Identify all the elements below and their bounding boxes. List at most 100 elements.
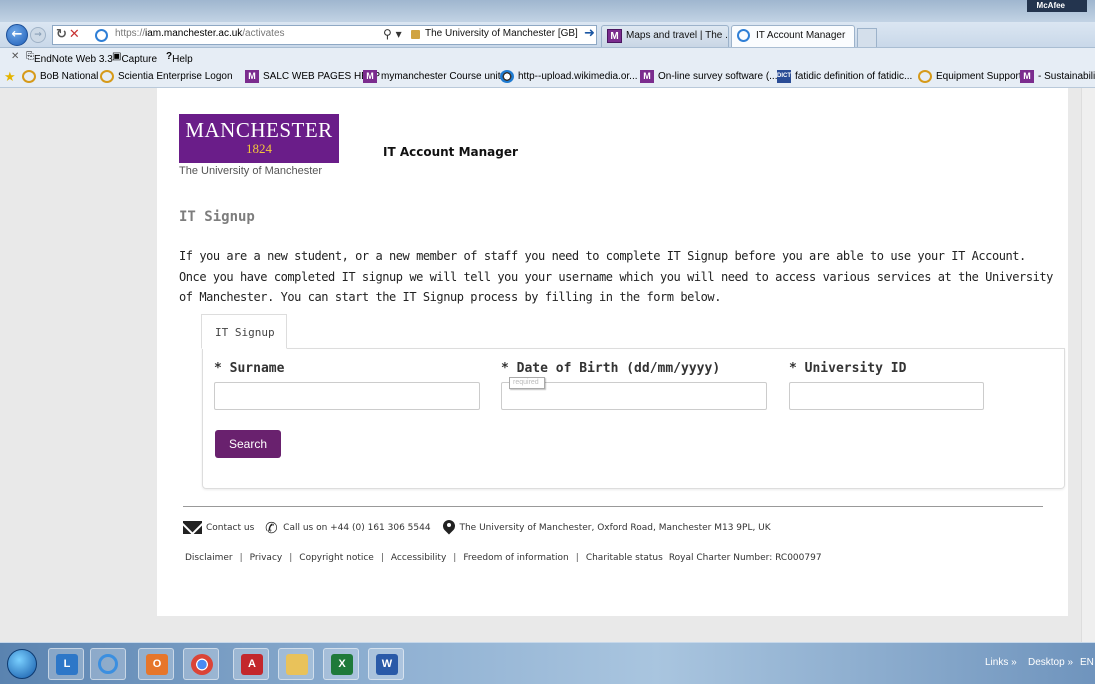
foi-link[interactable]: Freedom of information xyxy=(463,553,568,563)
desktop-toolbar[interactable]: Desktop » xyxy=(1028,657,1073,668)
url-text[interactable]: https://iam.manchester.ac.uk/activates xyxy=(115,28,285,39)
ie-icon xyxy=(98,654,118,674)
stop-icon[interactable]: ✕ xyxy=(69,27,82,42)
university-id-label: * University ID xyxy=(789,361,907,376)
footer-links: Disclaimer | Privacy | Copyright notice | Acce… xyxy=(185,553,822,563)
phone-icon: ✆ xyxy=(265,518,278,537)
dob-label: * Date of Birth (dd/mm/yyyy) xyxy=(501,361,721,376)
language-indicator[interactable]: EN xyxy=(1080,657,1094,668)
close-toolbar-icon[interactable]: ✕ xyxy=(11,51,19,62)
wikimedia-icon xyxy=(500,70,514,83)
required-tooltip: required xyxy=(509,377,545,389)
university-logo[interactable]: MANCHESTER 1824 xyxy=(179,114,339,163)
go-arrow-icon[interactable]: ➜ xyxy=(584,26,595,41)
contact-us-link[interactable]: Contact us xyxy=(206,523,254,533)
ie-icon xyxy=(918,70,932,83)
page-viewport: MANCHESTER 1824 The University of Manche… xyxy=(0,88,1081,642)
excel-icon: X xyxy=(331,654,353,675)
fav-equipment-support[interactable]: Equipment Support xyxy=(918,70,1022,83)
fav-salc-web-pages[interactable]: M SALC WEB PAGES HELP xyxy=(245,70,380,83)
fav-online-survey[interactable]: M On-line survey software (... xyxy=(640,70,777,83)
favorites-bar: ★ BoB National Scientia Enterprise Logon… xyxy=(0,66,1095,88)
tab-maps-and-travel[interactable]: M Maps and travel | The ... xyxy=(601,25,729,47)
copyright-link[interactable]: Copyright notice xyxy=(299,553,374,563)
mail-icon xyxy=(183,521,202,534)
start-button[interactable] xyxy=(7,649,37,679)
fav-sustainability[interactable]: M- Sustainability xyxy=(1020,70,1095,83)
links-toolbar[interactable]: Links » xyxy=(985,657,1017,668)
m-icon: M xyxy=(363,70,377,83)
m-icon: M xyxy=(640,70,654,83)
link-separator: | xyxy=(575,553,579,563)
surname-label: * Surname xyxy=(214,361,285,376)
command-bar: ✕ ⎘ EndNote Web 3.3 ▣ Capture ? Help xyxy=(0,48,1095,66)
taskbar-acrobat[interactable]: A xyxy=(233,648,269,680)
lock-icon[interactable] xyxy=(411,30,420,39)
endnote-button[interactable]: ⎘ EndNote Web 3.3 xyxy=(26,51,113,65)
taskbar-lync[interactable]: L xyxy=(48,648,84,680)
close-tab-icon[interactable]: × xyxy=(853,30,854,41)
m-icon: M xyxy=(245,70,259,83)
vertical-scrollbar[interactable] xyxy=(1081,88,1095,642)
fav-wikimedia[interactable]: http--upload.wikimedia.or... xyxy=(500,70,638,83)
outlook-icon: O xyxy=(146,654,168,675)
ie-icon xyxy=(737,29,750,42)
windows-taskbar: L O A X W Links » Desktop » EN xyxy=(0,642,1095,684)
lync-icon: L xyxy=(56,654,78,675)
royal-charter-number: Royal Charter Number: RC000797 xyxy=(668,553,822,563)
search-button[interactable]: Search xyxy=(215,430,281,458)
call-us-text: Call us on +44 (0) 161 306 5544 xyxy=(283,523,431,533)
link-separator: | xyxy=(453,553,457,563)
taskbar-chrome[interactable] xyxy=(183,648,219,680)
refresh-stop-icons[interactable]: ↻✕ xyxy=(56,27,82,42)
help-button[interactable]: ? Help xyxy=(166,51,193,65)
logo-subtitle: The University of Manchester xyxy=(179,165,323,177)
capture-button[interactable]: ▣ Capture xyxy=(112,51,157,65)
taskbar-file-explorer[interactable] xyxy=(278,648,314,680)
m-icon: M xyxy=(1020,70,1034,83)
taskbar-word[interactable]: W xyxy=(368,648,404,680)
ie-icon xyxy=(22,70,36,83)
tab-it-signup[interactable]: IT Signup xyxy=(201,314,287,349)
taskbar-internet-explorer[interactable] xyxy=(90,648,126,680)
accessibility-link[interactable]: Accessibility xyxy=(391,553,446,563)
site-identity[interactable]: The University of Manchester [GB] xyxy=(425,28,578,39)
address-text: The University of Manchester, Oxford Roa… xyxy=(459,523,771,533)
ie-icon xyxy=(100,70,114,83)
map-pin-icon xyxy=(443,520,455,535)
fav-scientia[interactable]: Scientia Enterprise Logon xyxy=(100,70,233,83)
search-icon[interactable]: ⚲ ▾ xyxy=(383,27,402,41)
footer-contact: Contact us ✆ Call us on +44 (0) 161 306 5… xyxy=(183,520,771,536)
link-separator: | xyxy=(239,553,243,563)
fav-mymanchester[interactable]: Mmymanchester Course unit... xyxy=(363,70,509,83)
fav-bob-national[interactable]: BoB National xyxy=(22,70,98,83)
page-title: IT Signup xyxy=(179,209,255,225)
acrobat-icon: A xyxy=(241,654,263,675)
chrome-icon xyxy=(191,654,213,675)
taskbar-excel[interactable]: X xyxy=(323,648,359,680)
window-title-bar: McAfee xyxy=(0,0,1095,22)
dictionary-icon: DICT xyxy=(777,70,791,83)
taskbar-outlook[interactable]: O xyxy=(138,648,174,680)
tab-it-account-manager[interactable]: IT Account Manager× xyxy=(731,25,855,47)
page-container: MANCHESTER 1824 The University of Manche… xyxy=(157,88,1068,616)
disclaimer-link[interactable]: Disclaimer xyxy=(185,553,233,563)
charitable-status-link[interactable]: Charitable status xyxy=(586,553,663,563)
link-separator: | xyxy=(380,553,384,563)
ie-icon xyxy=(95,29,108,42)
favorites-star-icon[interactable]: ★ xyxy=(4,69,16,85)
signup-form-panel: * Surname * Date of Birth (dd/mm/yyyy) *… xyxy=(202,348,1065,489)
privacy-link[interactable]: Privacy xyxy=(250,553,283,563)
surname-input[interactable] xyxy=(214,382,480,410)
back-icon[interactable]: ← xyxy=(6,24,28,46)
app-title: IT Account Manager xyxy=(383,145,518,159)
intro-text: If you are a new student, or a new membe… xyxy=(179,249,1053,304)
m-icon: M xyxy=(607,29,622,43)
mcafee-badge[interactable]: McAfee xyxy=(1026,0,1087,12)
forward-icon[interactable]: → xyxy=(30,27,46,43)
new-tab-button[interactable] xyxy=(857,28,877,47)
university-id-input[interactable] xyxy=(789,382,984,410)
address-bar[interactable]: ↻✕ https://iam.manchester.ac.uk/activate… xyxy=(52,25,597,45)
footer-divider xyxy=(183,506,1043,507)
fav-fatidic[interactable]: DICT fatidic definition of fatidic... xyxy=(777,70,912,83)
